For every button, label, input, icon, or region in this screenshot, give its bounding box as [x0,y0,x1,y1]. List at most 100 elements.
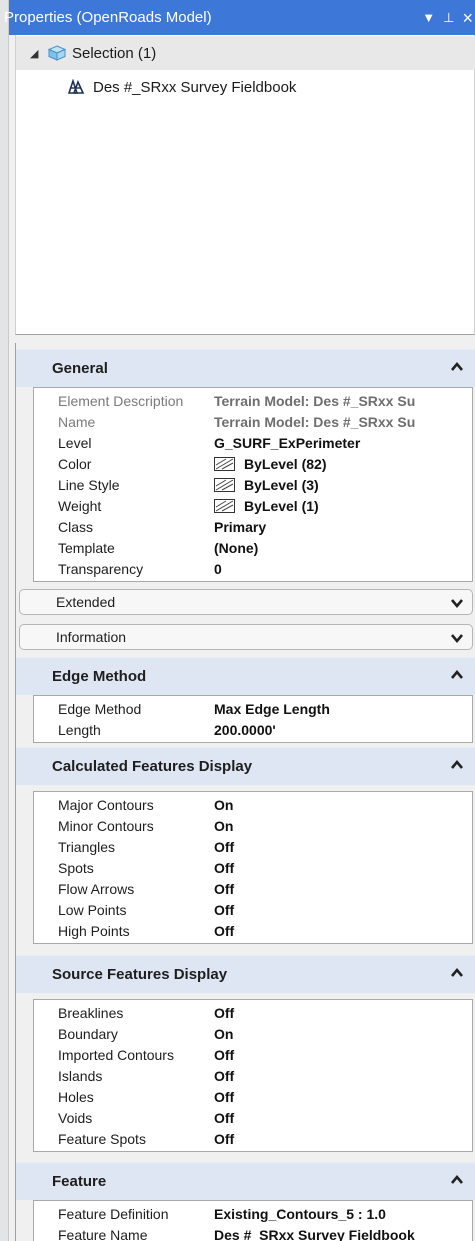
property-value[interactable]: 200.0000' [214,722,472,738]
property-label: Color [58,455,92,472]
property-row[interactable]: Line Style ByLevel (3) [34,474,472,495]
property-row[interactable]: Weight ByLevel (1) [34,495,472,516]
property-label: Boundary [58,1025,118,1042]
chevron-up-icon[interactable] [450,966,464,980]
property-label: Feature Definition [58,1205,169,1222]
property-row[interactable]: Breaklines Off [34,1002,472,1023]
property-value-linestyle[interactable]: ByLevel (3) [214,477,472,493]
property-value[interactable]: Off [214,1005,472,1021]
property-row[interactable]: Feature Spots Off [34,1128,472,1149]
property-row[interactable]: Template (None) [34,537,472,558]
property-row[interactable]: Boundary On [34,1023,472,1044]
property-value[interactable]: Off [214,1131,472,1147]
tree-node-fieldbook[interactable]: Des #_SRxx Survey Fieldbook [67,72,296,102]
selection-tree: ◢ Selection (1) Des #_SRxx Survey Fieldb… [15,35,475,335]
section-header-information[interactable]: Information [19,624,473,650]
property-label: Major Contours [58,796,154,813]
grid-source-features: Breaklines Off Boundary On Imported Contou… [33,999,473,1152]
property-value[interactable]: Off [214,1110,472,1126]
section-header-feature[interactable]: Feature [16,1162,475,1200]
property-row: Name Terrain Model: Des #_SRxx Su [34,411,472,432]
property-value[interactable]: On [214,1026,472,1042]
grid-feature: Feature Definition Existing_Contours_5 : … [33,1200,473,1241]
property-row[interactable]: Major Contours On [34,794,472,815]
section-header-general[interactable]: General [16,349,475,387]
property-sections: General Element Description Terrain Mode… [15,343,475,1241]
property-row[interactable]: High Points Off [34,920,472,941]
section-header-calculated-features[interactable]: Calculated Features Display [16,747,475,785]
close-icon[interactable]: × [462,9,473,27]
property-value[interactable]: On [214,797,472,813]
property-row[interactable]: Level G_SURF_ExPerimeter [34,432,472,453]
section-header-edge-method[interactable]: Edge Method [16,657,475,695]
chevron-up-icon[interactable] [450,1173,464,1187]
property-row[interactable]: Flow Arrows Off [34,878,472,899]
property-value[interactable]: Primary [214,519,472,535]
property-value[interactable]: (None) [214,540,472,556]
property-label: Length [58,721,101,738]
property-value[interactable]: Des #_SRxx Survey Fieldbook [214,1227,472,1241]
chevron-down-icon[interactable] [450,596,464,610]
property-row[interactable]: Transparency 0 [34,558,472,579]
property-row[interactable]: Edge Method Max Edge Length [34,698,472,719]
properties-panel: Properties (OpenRoads Model) ▼ ⊥ × ◢ Sel… [4,0,475,1241]
property-value[interactable]: Off [214,902,472,918]
left-dock-edge [0,0,9,1241]
cube-icon [48,45,66,61]
property-value[interactable]: On [214,818,472,834]
property-row[interactable]: Minor Contours On [34,815,472,836]
property-value[interactable]: Off [214,1089,472,1105]
property-value[interactable]: Off [214,1068,472,1084]
grid-general: Element Description Terrain Model: Des #… [33,387,473,582]
property-value-text: ByLevel (3) [244,476,319,493]
property-row[interactable]: Length 200.0000' [34,719,472,740]
dropdown-menu-icon[interactable]: ▼ [422,11,435,24]
property-label: Minor Contours [58,817,154,834]
property-row[interactable]: Color ByLevel (82) [34,453,472,474]
property-value[interactable]: Off [214,839,472,855]
pin-icon[interactable]: ⊥ [443,11,454,24]
section-header-source-features[interactable]: Source Features Display [16,955,475,993]
property-value[interactable]: Max Edge Length [214,701,472,717]
property-label: Feature Spots [58,1130,146,1147]
property-value-color[interactable]: ByLevel (82) [214,456,472,472]
property-label: Islands [58,1067,103,1084]
collapse-triangle-icon[interactable]: ◢ [30,47,44,60]
property-label: High Points [58,922,130,939]
tree-node-selection-label: Selection (1) [72,44,157,62]
property-value[interactable]: 0 [214,561,472,577]
property-row[interactable]: Islands Off [34,1065,472,1086]
property-value[interactable]: Existing_Contours_5 : 1.0 [214,1206,472,1222]
chevron-up-icon[interactable] [450,360,464,374]
property-value-weight[interactable]: ByLevel (1) [214,498,472,514]
property-row[interactable]: Class Primary [34,516,472,537]
property-row[interactable]: Voids Off [34,1107,472,1128]
property-label: Level [58,434,92,451]
property-row[interactable]: Triangles Off [34,836,472,857]
panel-splitter[interactable] [15,335,475,343]
property-value[interactable]: Off [214,881,472,897]
section-feature: Feature Feature Definition Existing_Conto… [16,1162,475,1241]
property-row: Element Description Terrain Model: Des #… [34,390,472,411]
property-row[interactable]: Holes Off [34,1086,472,1107]
section-title-calculated-features: Calculated Features Display [52,758,253,775]
property-value[interactable]: G_SURF_ExPerimeter [214,435,472,451]
property-value[interactable]: Off [214,923,472,939]
property-value[interactable]: Off [214,1047,472,1063]
tree-node-selection[interactable]: ◢ Selection (1) [30,38,156,68]
property-row[interactable]: Low Points Off [34,899,472,920]
section-title-general: General [52,360,108,377]
property-label: Voids [58,1109,93,1126]
section-header-extended[interactable]: Extended [19,589,473,615]
property-row[interactable]: Feature Definition Existing_Contours_5 : … [34,1203,472,1224]
property-row[interactable]: Imported Contours Off [34,1044,472,1065]
grid-calculated-features: Major Contours On Minor Contours On Triang… [33,791,473,944]
chevron-down-icon[interactable] [450,631,464,645]
chevron-up-icon[interactable] [450,758,464,772]
panel-title-bar[interactable]: Properties (OpenRoads Model) ▼ ⊥ × [4,0,475,35]
section-general: General Element Description Terrain Mode… [16,349,475,582]
property-value[interactable]: Off [214,860,472,876]
chevron-up-icon[interactable] [450,668,464,682]
property-row[interactable]: Feature Name Des #_SRxx Survey Fieldbook [34,1224,472,1241]
property-row[interactable]: Spots Off [34,857,472,878]
